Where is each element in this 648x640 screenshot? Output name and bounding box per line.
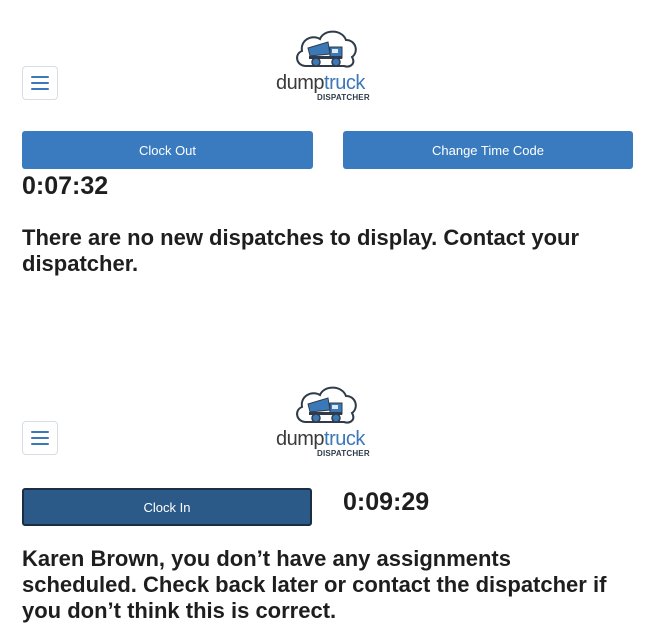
dump-truck-cloud-icon	[296, 30, 357, 68]
dumptruck-dispatcher-logo: dumptruck DISPATCHER	[270, 382, 390, 460]
elapsed-timer: 0:07:32	[22, 172, 109, 200]
clock-out-button[interactable]: Clock Out	[22, 131, 313, 169]
change-time-code-button[interactable]: Change Time Code	[343, 131, 633, 169]
screen-clocked-out: dumptruck DISPATCHER Clock In 0:09:29 Ka…	[0, 360, 648, 640]
dumptruck-dispatcher-logo: dumptruck DISPATCHER	[270, 26, 390, 104]
no-dispatches-message: There are no new dispatches to display. …	[22, 225, 580, 276]
hamburger-menu-icon	[31, 76, 49, 78]
logo-subtitle: DISPATCHER	[317, 93, 370, 102]
screen-clocked-in: dumptruck DISPATCHER Clock Out Change Ti…	[0, 0, 648, 320]
no-assignments-message: Karen Brown, you don’t have any assignme…	[22, 546, 607, 623]
dump-truck-cloud-icon	[296, 386, 357, 424]
hamburger-menu-icon	[31, 431, 49, 433]
menu-button[interactable]	[22, 66, 58, 100]
logo-wordmark: dumptruck	[276, 428, 365, 450]
logo-subtitle: DISPATCHER	[317, 449, 370, 458]
menu-button[interactable]	[22, 421, 58, 455]
clock-in-button[interactable]: Clock In	[22, 488, 312, 526]
logo-wordmark: dumptruck	[276, 72, 365, 94]
elapsed-timer: 0:09:29	[343, 488, 430, 516]
